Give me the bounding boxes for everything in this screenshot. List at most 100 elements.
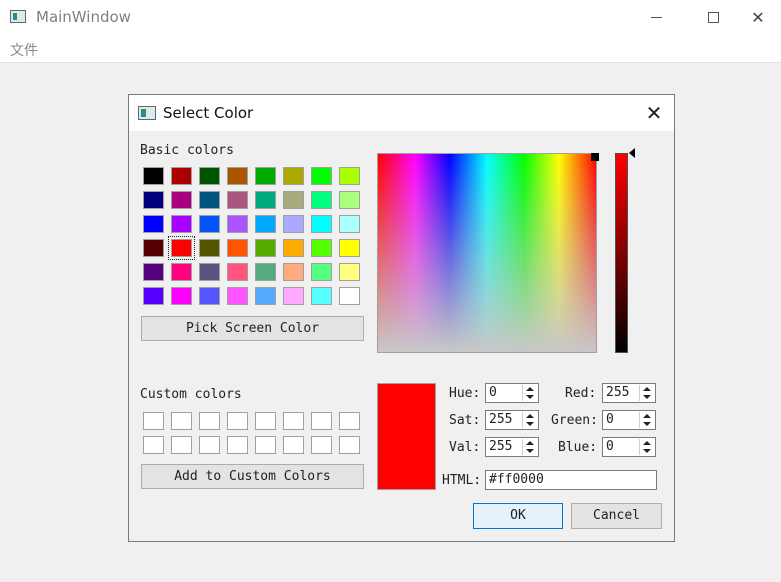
hue-spinbox[interactable]: 0 <box>485 383 539 403</box>
basic-color-swatch[interactable] <box>283 287 304 305</box>
hue-saturation-picker[interactable] <box>377 153 597 353</box>
basic-color-swatch[interactable] <box>283 263 304 281</box>
custom-color-swatch[interactable] <box>255 412 276 430</box>
basic-color-swatch[interactable] <box>227 263 248 281</box>
basic-color-swatch[interactable] <box>255 167 276 185</box>
custom-color-swatch[interactable] <box>227 436 248 454</box>
basic-color-swatch[interactable] <box>171 191 192 209</box>
current-color-preview <box>377 383 436 490</box>
basic-color-swatch[interactable] <box>199 215 220 233</box>
basic-color-swatch[interactable] <box>255 215 276 233</box>
custom-color-swatch[interactable] <box>143 412 164 430</box>
custom-color-swatch[interactable] <box>199 412 220 430</box>
basic-color-swatch[interactable] <box>339 239 360 257</box>
custom-color-swatch[interactable] <box>311 436 332 454</box>
value-slider[interactable] <box>615 153 628 353</box>
dialog-close-button[interactable]: ✕ <box>639 101 669 125</box>
basic-color-swatch[interactable] <box>227 167 248 185</box>
value-slider-handle-icon[interactable] <box>629 148 635 158</box>
picker-crosshair[interactable] <box>591 153 599 161</box>
basic-color-swatch[interactable] <box>143 263 164 281</box>
main-window-titlebar[interactable]: MainWindow ✕ <box>0 0 781 34</box>
basic-color-swatch[interactable] <box>199 167 220 185</box>
ok-button[interactable]: OK <box>473 503 563 529</box>
basic-color-swatch[interactable] <box>311 263 332 281</box>
custom-color-swatch[interactable] <box>339 436 360 454</box>
add-to-custom-colors-button[interactable]: Add to Custom Colors <box>141 464 364 489</box>
basic-color-swatch[interactable] <box>311 287 332 305</box>
custom-color-swatch[interactable] <box>171 412 192 430</box>
red-spinbox[interactable]: 255 <box>602 383 656 403</box>
close-window-button[interactable]: ✕ <box>735 0 781 34</box>
custom-color-swatch[interactable] <box>311 412 332 430</box>
basic-color-swatch[interactable] <box>227 191 248 209</box>
menu-item-file[interactable]: 文件 <box>10 40 38 60</box>
basic-color-swatch[interactable] <box>283 239 304 257</box>
sat-spinbox[interactable]: 255 <box>485 410 539 430</box>
basic-color-swatch[interactable] <box>171 263 192 281</box>
basic-color-swatch[interactable] <box>339 263 360 281</box>
spin-arrows-icon[interactable] <box>639 439 654 455</box>
app-window-icon <box>10 10 26 23</box>
spin-arrows-icon[interactable] <box>522 385 537 401</box>
basic-color-swatch[interactable] <box>171 287 192 305</box>
html-color-input[interactable]: #ff0000 <box>485 470 657 490</box>
custom-color-swatch[interactable] <box>143 436 164 454</box>
sat-value: 255 <box>489 412 513 427</box>
basic-color-swatch[interactable] <box>311 215 332 233</box>
spin-arrows-icon[interactable] <box>639 385 654 401</box>
basic-color-swatch[interactable] <box>143 167 164 185</box>
green-spinbox[interactable]: 0 <box>602 410 656 430</box>
basic-color-swatch[interactable] <box>143 287 164 305</box>
basic-color-swatch[interactable] <box>227 215 248 233</box>
spin-arrows-icon[interactable] <box>639 412 654 428</box>
dialog-titlebar[interactable]: Select Color ✕ <box>129 95 674 131</box>
custom-color-swatch[interactable] <box>255 436 276 454</box>
basic-color-swatch[interactable] <box>143 215 164 233</box>
maximize-button[interactable] <box>690 0 736 34</box>
basic-color-swatch[interactable] <box>339 167 360 185</box>
main-window-title: MainWindow <box>36 8 131 26</box>
basic-color-swatch[interactable] <box>199 239 220 257</box>
basic-color-swatch[interactable] <box>171 167 192 185</box>
basic-color-swatch[interactable] <box>339 287 360 305</box>
cancel-button[interactable]: Cancel <box>571 503 662 529</box>
basic-color-swatch[interactable] <box>255 263 276 281</box>
blue-spinbox[interactable]: 0 <box>602 437 656 457</box>
spin-arrows-icon[interactable] <box>522 412 537 428</box>
basic-color-swatch[interactable] <box>339 215 360 233</box>
basic-color-swatch[interactable] <box>283 191 304 209</box>
basic-color-swatch[interactable] <box>311 239 332 257</box>
pick-screen-color-button[interactable]: Pick Screen Color <box>141 316 364 341</box>
custom-color-swatch[interactable] <box>339 412 360 430</box>
val-spinbox[interactable]: 255 <box>485 437 539 457</box>
basic-color-swatch[interactable] <box>168 236 195 260</box>
basic-color-swatch[interactable] <box>199 287 220 305</box>
basic-color-swatch[interactable] <box>143 191 164 209</box>
basic-color-swatch[interactable] <box>199 263 220 281</box>
basic-color-swatch[interactable] <box>339 191 360 209</box>
sat-label: Sat: <box>449 413 481 428</box>
basic-color-swatch[interactable] <box>227 239 248 257</box>
minimize-button[interactable] <box>633 0 679 34</box>
basic-color-swatch[interactable] <box>255 239 276 257</box>
spin-arrows-icon[interactable] <box>522 439 537 455</box>
custom-color-swatch[interactable] <box>283 436 304 454</box>
basic-color-swatch[interactable] <box>283 167 304 185</box>
basic-color-swatch[interactable] <box>227 287 248 305</box>
basic-color-swatch[interactable] <box>171 215 192 233</box>
basic-color-swatch[interactable] <box>255 287 276 305</box>
hue-label: Hue: <box>449 386 481 401</box>
red-label: Red: <box>565 386 597 401</box>
basic-color-swatch[interactable] <box>255 191 276 209</box>
basic-color-swatch[interactable] <box>311 167 332 185</box>
custom-color-swatch[interactable] <box>171 436 192 454</box>
basic-color-swatch[interactable] <box>311 191 332 209</box>
basic-color-swatch[interactable] <box>143 239 164 257</box>
green-label: Green: <box>551 413 598 428</box>
custom-color-swatch[interactable] <box>227 412 248 430</box>
custom-color-swatch[interactable] <box>283 412 304 430</box>
basic-color-swatch[interactable] <box>283 215 304 233</box>
custom-color-swatch[interactable] <box>199 436 220 454</box>
basic-color-swatch[interactable] <box>199 191 220 209</box>
